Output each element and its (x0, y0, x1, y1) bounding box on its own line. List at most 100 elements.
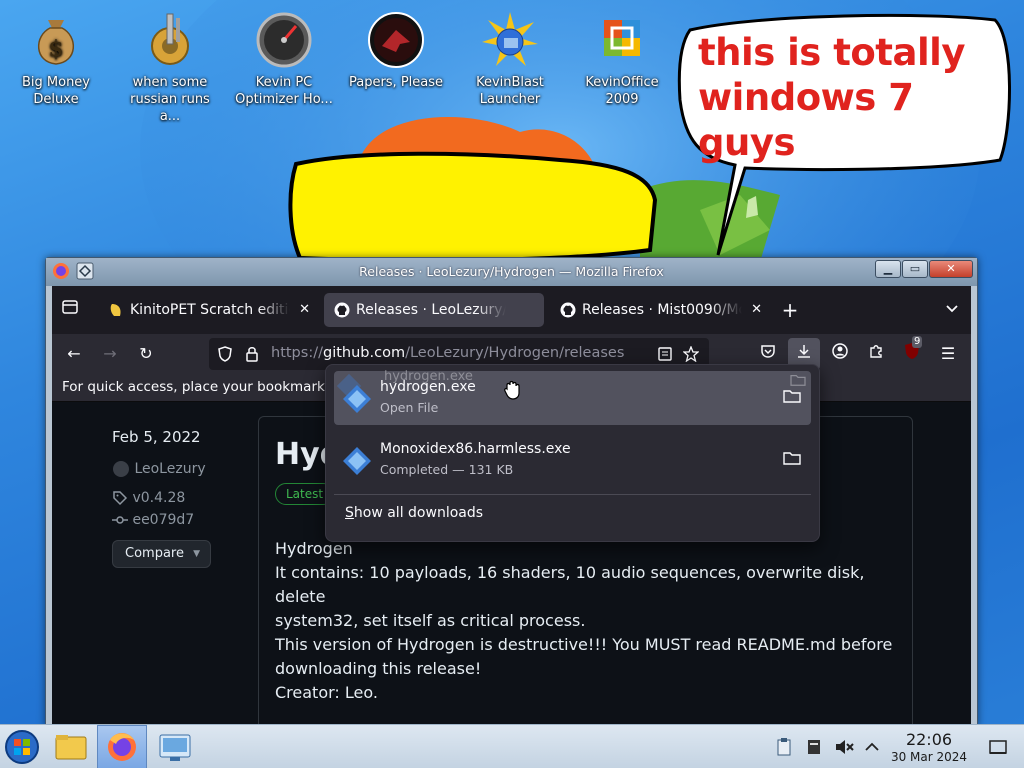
release-notes-line: downloading this release! (275, 659, 482, 678)
release-author[interactable]: LeoLezury (112, 460, 206, 478)
speech-bubble-text: this is totally windows 7 guys (698, 30, 1008, 165)
firefox-icon (108, 733, 136, 761)
url-prefix: https:// (271, 345, 323, 361)
release-tag[interactable]: v0.4.28 (112, 490, 185, 506)
tab-kinitopet[interactable]: KinitoPET Scratch edition ✕ (98, 293, 318, 327)
exe-file-icon (343, 447, 371, 475)
desktop-icon-label: when some russian runs a... (130, 75, 210, 124)
tab-label: Releases · LeoLezury/Hydrogen (356, 302, 506, 318)
maximize-button[interactable]: ▭ (902, 260, 928, 278)
taskbar-firefox[interactable] (97, 725, 147, 768)
show-desktop-icon[interactable] (988, 737, 1008, 757)
gears-icon (151, 13, 189, 65)
tag-icon (113, 491, 128, 506)
desktop-icon-label: KevinBlast Launcher (476, 75, 544, 107)
author-name: LeoLezury (134, 461, 206, 477)
speech-text: this is totally windows 7 guys (698, 31, 965, 164)
taskbar-file-explorer[interactable] (46, 725, 96, 768)
close-tab-icon[interactable]: ✕ (751, 293, 762, 327)
tray-storage-icon[interactable] (804, 737, 824, 757)
close-window-button[interactable]: ✕ (929, 260, 973, 278)
tab-monoxidex86-releases[interactable]: Releases · Mist0090/Monoxidex86 ✕ (550, 293, 770, 327)
url-text[interactable]: https://github.com/LeoLezury/Hydrogen/re… (271, 345, 624, 361)
desktop-icon-label: Kevin PC Optimizer Ho... (235, 75, 333, 107)
speedometer-icon (256, 12, 312, 68)
tab-hydrogen-releases[interactable]: Releases · LeoLezury/Hydrogen (324, 293, 544, 327)
new-tab-button[interactable]: + (778, 298, 802, 322)
volume-muted-icon[interactable] (834, 737, 854, 757)
globe-burst-icon (482, 12, 538, 66)
show-all-label: how all downloads (353, 505, 484, 521)
menu-icon[interactable]: ☰ (936, 342, 960, 366)
desktop-icon-label: Big Money Deluxe (21, 75, 90, 107)
start-orb-icon (5, 730, 39, 764)
extensions-icon[interactable] (864, 342, 888, 366)
github-icon (334, 302, 350, 318)
release-date: Feb 5, 2022 (112, 428, 201, 446)
compare-label: Compare (125, 546, 184, 561)
divider (334, 494, 811, 495)
window-titlebar[interactable]: Releases · LeoLezury/Hydrogen — Mozilla … (46, 258, 977, 286)
downloads-panel: hydrogen.exe Open File Monoxidex86.harml… (325, 364, 820, 542)
firefox-view-icon[interactable] (58, 298, 82, 322)
tracking-protection-icon[interactable] (217, 346, 233, 362)
desktop-icon-kevinblast-launcher[interactable]: KevinBlast Launcher (460, 4, 560, 108)
kinito-icon (110, 304, 121, 316)
drag-ghost-label: hydrogen.exe (384, 369, 473, 384)
desktop-icon-label: Papers, Please (348, 75, 444, 90)
reload-icon[interactable]: ↻ (134, 342, 158, 366)
release-notes-line: It contains: 10 payloads, 16 shaders, 10… (275, 563, 865, 606)
tab-label: Releases · Mist0090/Monoxidex86 (582, 302, 742, 318)
window-title: Releases · LeoLezury/Hydrogen — Mozilla … (359, 264, 664, 279)
compare-button[interactable]: Compare ▼ (112, 540, 211, 568)
commit-icon (112, 516, 128, 524)
back-icon[interactable]: ← (62, 342, 86, 366)
show-in-folder-icon[interactable] (783, 450, 801, 466)
desktop-icon-russian[interactable]: when some russian runs a... (120, 4, 220, 125)
download-item-monoxidex86[interactable]: Monoxidex86.harmless.exe Completed — 131… (334, 433, 811, 487)
forward-icon[interactable]: → (98, 342, 122, 366)
show-hidden-icons-icon[interactable] (862, 737, 882, 757)
desktop-icon-kevinoffice-2009[interactable]: KevinOffice 2009 (572, 4, 672, 108)
release-notes-line: Creator: Leo. (275, 683, 378, 702)
drag-ghost: hydrogen.exe (336, 369, 812, 405)
control-panel-icon (159, 734, 191, 761)
desktop-icon-big-money-deluxe[interactable]: $ Big Money Deluxe (6, 4, 106, 108)
reader-view-icon[interactable] (657, 346, 673, 362)
firefox-content: KinitoPET Scratch edition ✕ Releases · L… (52, 286, 971, 726)
url-path: /LeoLezury/Hydrogen/releases (405, 345, 625, 361)
bookmark-star-icon[interactable] (683, 346, 699, 362)
money-bag-icon: $ (37, 20, 75, 65)
github-icon (560, 302, 576, 318)
taskbar-control-panel[interactable] (150, 725, 200, 768)
caret-down-icon: ▼ (193, 549, 200, 559)
tab-label: KinitoPET Scratch edition (130, 302, 290, 318)
url-host: github.com (322, 345, 406, 361)
avatar (113, 461, 129, 477)
tag-name: v0.4.28 (132, 490, 186, 506)
pocket-icon[interactable] (756, 342, 780, 366)
download-arrow-icon (798, 345, 810, 358)
close-tab-icon[interactable]: ✕ (299, 293, 310, 327)
folder-icon (790, 375, 806, 386)
tray-clipboard-icon[interactable] (774, 737, 794, 757)
minimize-button[interactable]: ▁ (875, 260, 901, 278)
commit-hash: ee079d7 (132, 512, 195, 528)
taskbar: 22:06 30 Mar 2024 (0, 724, 1024, 768)
lock-icon[interactable] (245, 346, 259, 362)
ublock-origin-icon[interactable]: 9 (900, 336, 924, 366)
download-filename: Monoxidex86.harmless.exe (380, 441, 571, 457)
tab-bar: KinitoPET Scratch edition ✕ Releases · L… (52, 286, 971, 334)
desktop-icon-papers-please[interactable]: Papers, Please (346, 4, 446, 91)
desktop-icon-kevin-pc-optimizer[interactable]: Kevin PC Optimizer Ho... (234, 4, 334, 108)
svg-text:$: $ (48, 36, 63, 62)
clock[interactable]: 22:06 30 Mar 2024 (884, 731, 974, 765)
account-icon[interactable] (828, 342, 852, 366)
show-all-downloads-button[interactable]: Show all downloads (345, 505, 483, 521)
start-button[interactable] (0, 725, 50, 768)
release-notes: Hydrogen It contains: 10 payloads, 16 sh… (275, 537, 895, 705)
firefox-window: Releases · LeoLezury/Hydrogen — Mozilla … (45, 257, 978, 727)
release-commit[interactable]: ee079d7 (112, 512, 194, 528)
file-explorer-icon (55, 735, 87, 760)
list-all-tabs-icon[interactable] (940, 298, 964, 322)
